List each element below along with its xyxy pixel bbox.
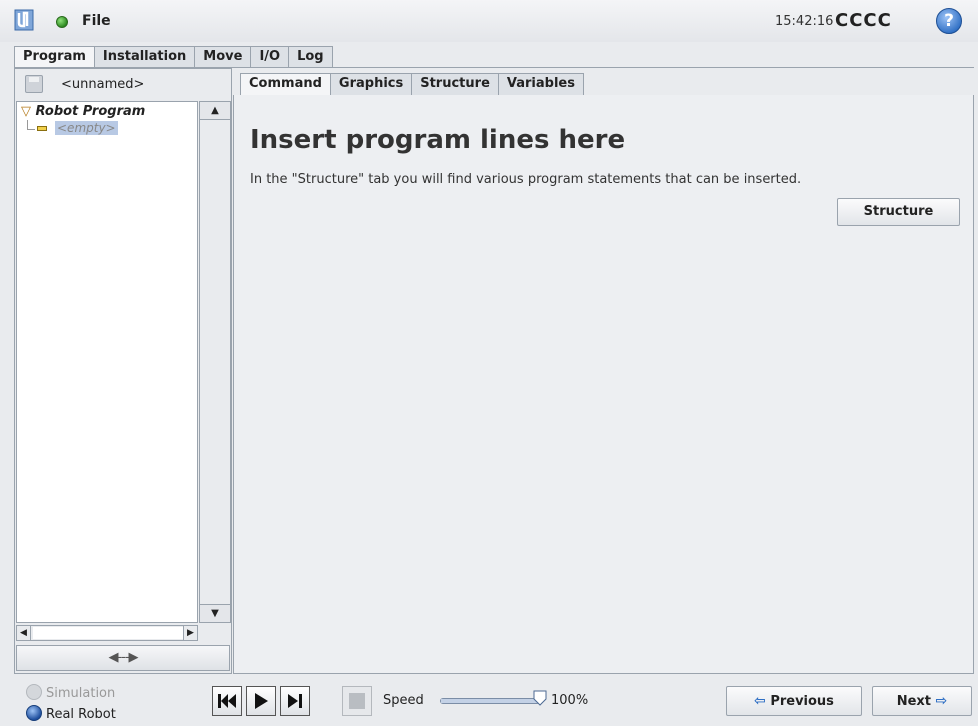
tab-structure[interactable]: Structure (411, 73, 499, 95)
simulation-label: Simulation (46, 686, 116, 701)
speed-slider[interactable] (440, 698, 540, 704)
play-button[interactable] (246, 686, 276, 716)
tree-root-label: Robot Program (35, 104, 146, 119)
command-panel: Insert program lines here In the "Struct… (233, 95, 974, 674)
speed-value: 100% (551, 693, 589, 708)
step-button[interactable] (280, 686, 310, 716)
tree-vertical-scrollbar[interactable]: ▲ ▼ (199, 101, 231, 623)
rewind-icon (218, 694, 236, 708)
scroll-track[interactable] (33, 627, 183, 639)
next-button[interactable]: Next ⇨ (872, 686, 972, 716)
tab-command[interactable]: Command (240, 73, 331, 96)
speed-slider-fill (441, 699, 539, 703)
stop-icon (349, 693, 365, 709)
main-tab-bar: Program Installation Move I/O Log (14, 46, 333, 69)
simulation-radio-icon[interactable] (26, 684, 42, 700)
program-tree[interactable]: ▽ Robot Program <empty> (16, 101, 198, 623)
clock: 15:42:16 (775, 14, 834, 29)
tree-horizontal-scrollbar[interactable]: ◀ ▶ (16, 625, 198, 641)
scroll-down-icon[interactable]: ▼ (200, 604, 230, 622)
save-icon[interactable] (25, 75, 43, 93)
real-robot-option[interactable]: Real Robot (26, 705, 116, 722)
robot-name: CCCC (835, 10, 892, 31)
stop-button[interactable] (342, 686, 372, 716)
ur-logo-icon (14, 9, 34, 31)
program-tree-pane: <unnamed> ▽ Robot Program <empty> ▲ ▼ ◀ … (14, 68, 232, 674)
tree-node-robot-program[interactable]: ▽ Robot Program (21, 104, 145, 119)
scroll-left-icon[interactable]: ◀ (17, 626, 31, 640)
scroll-up-icon[interactable]: ▲ (200, 102, 230, 120)
pane-resize-button[interactable]: ◀---▶ (16, 645, 230, 671)
page-description: In the "Structure" tab you will find var… (250, 172, 802, 187)
tab-program[interactable]: Program (14, 46, 95, 69)
arrow-right-icon: ⇨ (935, 693, 948, 709)
rewind-button[interactable] (212, 686, 242, 716)
tab-variables[interactable]: Variables (497, 73, 584, 95)
expand-triangle-icon[interactable]: ▽ (21, 104, 31, 119)
tree-node-empty[interactable]: <empty> (55, 121, 118, 135)
tab-move[interactable]: Move (194, 46, 252, 68)
play-icon (255, 693, 268, 709)
tree-connector (27, 120, 35, 130)
real-robot-radio-icon[interactable] (26, 705, 42, 721)
tab-installation[interactable]: Installation (93, 46, 196, 68)
speed-slider-thumb-icon[interactable] (533, 690, 547, 706)
page-title: Insert program lines here (250, 125, 626, 155)
tab-log[interactable]: Log (288, 46, 333, 68)
arrow-left-icon: ⇦ (754, 693, 766, 709)
tab-io[interactable]: I/O (250, 46, 290, 68)
previous-button[interactable]: ⇦ Previous (726, 686, 862, 716)
help-button[interactable]: ? (936, 8, 962, 34)
tab-graphics[interactable]: Graphics (329, 73, 413, 95)
speed-label: Speed (383, 693, 424, 708)
simulation-option[interactable]: Simulation (26, 684, 115, 701)
scroll-right-icon[interactable]: ▶ (183, 626, 197, 640)
sub-tab-bar: Command Graphics Structure Variables (240, 73, 584, 96)
top-bar: File 15:42:16 CCCC ? (0, 0, 978, 42)
next-label: Next (896, 694, 932, 709)
file-menu[interactable]: File (82, 13, 111, 29)
previous-label: Previous (770, 694, 834, 709)
real-robot-label: Real Robot (46, 707, 116, 722)
program-name: <unnamed> (61, 77, 145, 92)
structure-button[interactable]: Structure (837, 198, 960, 226)
step-forward-icon (288, 694, 302, 708)
footer-bar: Simulation Real Robot Speed 100% ⇦ Previ… (0, 676, 978, 726)
status-indicator-icon (56, 16, 68, 28)
empty-node-icon (37, 126, 47, 131)
